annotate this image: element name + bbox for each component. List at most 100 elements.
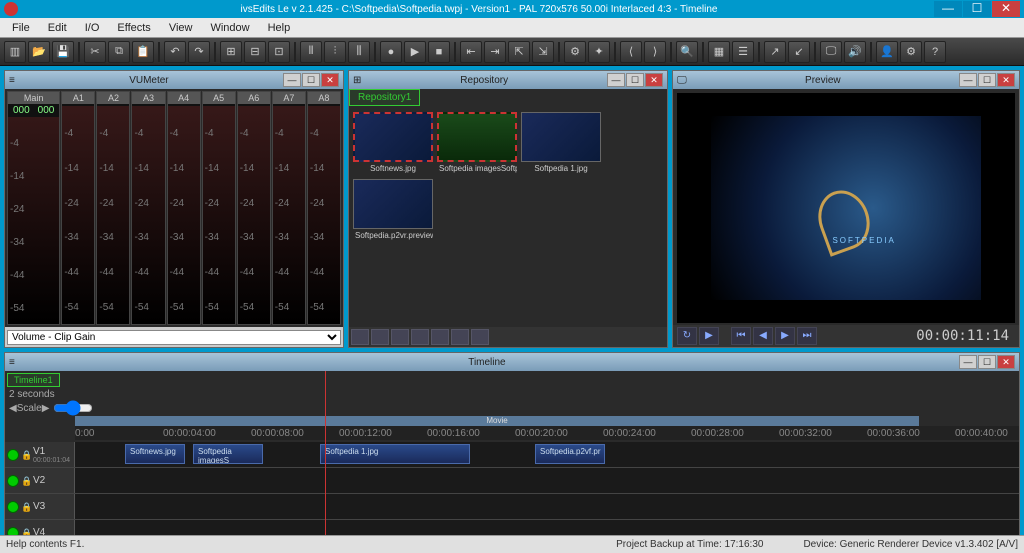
save-icon[interactable]: 💾 xyxy=(52,41,74,63)
link-icon[interactable]: ⫼ xyxy=(348,41,370,63)
repo-info-icon[interactable] xyxy=(431,329,449,345)
menu-io[interactable]: I/O xyxy=(77,20,108,36)
align1-icon[interactable]: ⇤ xyxy=(460,41,482,63)
repository-tab[interactable]: Repository1 xyxy=(349,89,420,106)
copy-icon[interactable]: ⧉ xyxy=(108,41,130,63)
grid-icon[interactable]: ▦ xyxy=(708,41,730,63)
vu-channel-a5[interactable]: A5-4-14-24-34-44-54 xyxy=(202,91,236,325)
trim1-icon[interactable]: ⟨ xyxy=(620,41,642,63)
repo-folder-icon[interactable] xyxy=(391,329,409,345)
vu-channel-a7[interactable]: A7-4-14-24-34-44-54 xyxy=(272,91,306,325)
list-icon[interactable]: ☰ xyxy=(732,41,754,63)
panel-max-button[interactable]: ☐ xyxy=(626,73,644,87)
thumbnail-icon[interactable] xyxy=(437,112,517,162)
vu-channel-a1[interactable]: A1-4-14-24-34-44-54 xyxy=(61,91,95,325)
help-icon[interactable]: ? xyxy=(924,41,946,63)
repo-record-icon[interactable] xyxy=(411,329,429,345)
vu-channel-a6[interactable]: A6-4-14-24-34-44-54 xyxy=(237,91,271,325)
align4-icon[interactable]: ⇲ xyxy=(532,41,554,63)
repo-item[interactable]: Softpedia 1.jpg xyxy=(521,112,601,175)
next-frame-icon[interactable]: ▶ xyxy=(775,327,795,345)
new-icon[interactable]: ▥ xyxy=(4,41,26,63)
undo-icon[interactable]: ↶ xyxy=(164,41,186,63)
panel-max-button[interactable]: ☐ xyxy=(978,355,996,369)
timeline-clip[interactable]: Softpedia 1.jpg xyxy=(320,444,470,464)
timeline-clip[interactable]: Softpedia imagesS xyxy=(193,444,263,464)
timeline-clip[interactable]: Softnews.jpg xyxy=(125,444,185,464)
panel-max-button[interactable]: ☐ xyxy=(978,73,996,87)
menu-file[interactable]: File xyxy=(4,20,38,36)
minimize-button[interactable]: — xyxy=(934,1,962,17)
timeline-clip[interactable]: Softpedia.p2vf.pr xyxy=(535,444,605,464)
cut-icon[interactable]: ✂ xyxy=(84,41,106,63)
panel-close-button[interactable]: ✕ xyxy=(997,73,1015,87)
track-power-icon[interactable] xyxy=(7,475,19,487)
repo-item[interactable]: Softpedia.p2vr.preview.jpg xyxy=(353,179,433,242)
panel-min-button[interactable]: — xyxy=(283,73,301,87)
monitor-icon[interactable]: 🖵 xyxy=(820,41,842,63)
vu-channel-a2[interactable]: A2-4-14-24-34-44-54 xyxy=(96,91,130,325)
marker-icon[interactable]: ⫶ xyxy=(324,41,346,63)
paste-icon[interactable]: 📋 xyxy=(132,41,154,63)
panel-close-button[interactable]: ✕ xyxy=(321,73,339,87)
lock-icon[interactable]: 🔒 xyxy=(21,476,31,486)
scale-slider[interactable] xyxy=(53,400,93,416)
lock-icon[interactable]: 🔒 xyxy=(21,502,31,512)
timeline-ruler[interactable]: 0:0000:00:04:0000:00:08:0000:00:12:0000:… xyxy=(75,426,1019,440)
fx-icon[interactable]: ⚙ xyxy=(564,41,586,63)
play-icon[interactable]: ▶ xyxy=(699,327,719,345)
repo-delete-icon[interactable] xyxy=(451,329,469,345)
panel-min-button[interactable]: — xyxy=(959,73,977,87)
tool-icon[interactable]: ⊞ xyxy=(220,41,242,63)
vu-channel-a8[interactable]: A8-4-14-24-34-44-54 xyxy=(307,91,341,325)
prev-frame-icon[interactable]: ◀ xyxy=(753,327,773,345)
repo-item[interactable]: Softpedia imagesSoftpedia-lo xyxy=(437,112,517,175)
repo-view-icon[interactable] xyxy=(471,329,489,345)
menu-help[interactable]: Help xyxy=(260,20,299,36)
repo-item[interactable]: Softnews.jpg xyxy=(353,112,433,175)
record-icon[interactable]: ● xyxy=(380,41,402,63)
close-button[interactable]: ✕ xyxy=(992,1,1020,17)
zoom-icon[interactable]: 🔍 xyxy=(676,41,698,63)
thumbnail-icon[interactable] xyxy=(521,112,601,162)
stop-icon[interactable]: ■ xyxy=(428,41,450,63)
panel-close-button[interactable]: ✕ xyxy=(997,355,1015,369)
thumbnail-icon[interactable] xyxy=(353,112,433,162)
open-icon[interactable]: 📂 xyxy=(28,41,50,63)
panel-max-button[interactable]: ☐ xyxy=(302,73,320,87)
repo-refresh-icon[interactable] xyxy=(351,329,369,345)
panel-min-button[interactable]: — xyxy=(959,355,977,369)
redo-icon[interactable]: ↷ xyxy=(188,41,210,63)
vu-channel-main[interactable]: Main000000-4-14-24-34-44-54 xyxy=(7,91,60,325)
settings-icon[interactable]: ⚙ xyxy=(900,41,922,63)
loop-icon[interactable]: ↻ xyxy=(677,327,697,345)
align2-icon[interactable]: ⇥ xyxy=(484,41,506,63)
track-body[interactable] xyxy=(75,468,1019,493)
audio-icon[interactable]: 🔊 xyxy=(844,41,866,63)
track-body[interactable]: Softnews.jpg Softpedia imagesS Softpedia 1… xyxy=(75,442,1019,467)
timeline-tab[interactable]: Timeline1 xyxy=(7,373,60,387)
track-body[interactable] xyxy=(75,494,1019,519)
moviebar[interactable]: Movie xyxy=(75,416,919,426)
lock-icon[interactable]: 🔒 xyxy=(21,450,31,460)
vumeter-mode-select[interactable]: Volume - Clip Gain xyxy=(7,330,341,345)
maximize-button[interactable]: ☐ xyxy=(963,1,991,17)
align3-icon[interactable]: ⇱ xyxy=(508,41,530,63)
trim2-icon[interactable]: ⟩ xyxy=(644,41,666,63)
export-icon[interactable]: ↗ xyxy=(764,41,786,63)
preview-viewport[interactable]: SOFTPEDIA xyxy=(677,93,1015,323)
vu-channel-a3[interactable]: A3-4-14-24-34-44-54 xyxy=(131,91,165,325)
menu-view[interactable]: View xyxy=(161,20,201,36)
play-icon[interactable]: ▶ xyxy=(404,41,426,63)
menu-edit[interactable]: Edit xyxy=(40,20,75,36)
menu-window[interactable]: Window xyxy=(202,20,257,36)
playhead[interactable] xyxy=(325,371,326,551)
repo-add-icon[interactable] xyxy=(371,329,389,345)
goto-end-icon[interactable]: ⏭ xyxy=(797,327,817,345)
fx2-icon[interactable]: ✦ xyxy=(588,41,610,63)
vu-channel-a4[interactable]: A4-4-14-24-34-44-54 xyxy=(167,91,201,325)
snap-icon[interactable]: ⫴ xyxy=(300,41,322,63)
tool3-icon[interactable]: ⊡ xyxy=(268,41,290,63)
import-icon[interactable]: ↙ xyxy=(788,41,810,63)
goto-start-icon[interactable]: ⏮ xyxy=(731,327,751,345)
